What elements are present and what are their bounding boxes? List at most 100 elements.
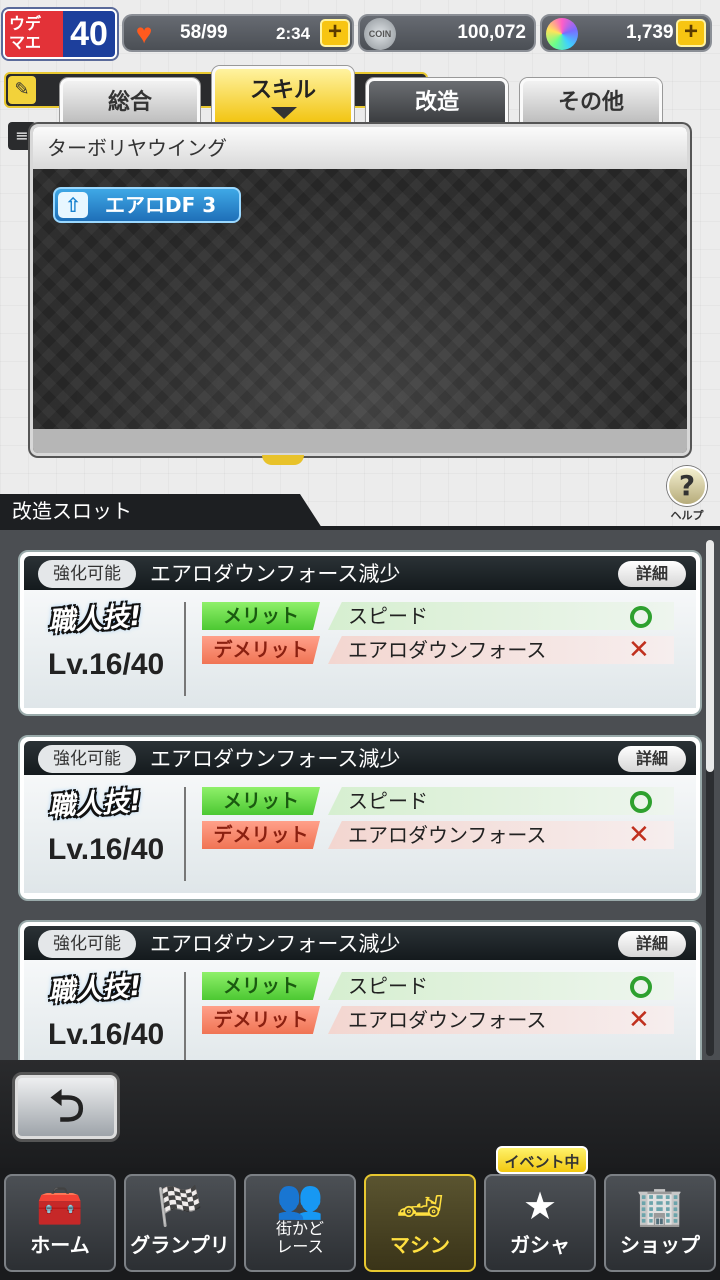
- divider: [184, 787, 186, 881]
- scrollbar-thumb[interactable]: [706, 540, 714, 772]
- demerit-value: エアロダウンフォース: [328, 821, 674, 849]
- nav-label: マシン: [390, 1233, 450, 1257]
- gem-value: 1,739: [626, 22, 674, 43]
- slot-card[interactable]: 強化可能 エアロダウンフォース減少 詳細 職人技! Lv.16/40 メリット …: [18, 735, 702, 901]
- slot-title: エアロダウンフォース減少: [150, 932, 401, 956]
- return-arrow-icon: ⮌: [49, 1081, 85, 1132]
- detail-button[interactable]: 詳細: [618, 561, 686, 587]
- demerit-value: エアロダウンフォース: [328, 1006, 674, 1034]
- detail-button[interactable]: 詳細: [618, 746, 686, 772]
- nav-home[interactable]: 🧰 ホーム: [4, 1174, 116, 1272]
- slot-card-body: 職人技! Lv.16/40 メリット スピード デメリット エアロダウンフォース…: [24, 590, 696, 708]
- divider: [184, 972, 186, 1060]
- rank-value: 40: [70, 15, 108, 53]
- skill-panel: ターボリヤウイング ⇧ エアロDF 3: [30, 124, 690, 456]
- pencil-icon[interactable]: ✎: [8, 76, 36, 104]
- merit-value: スピード: [328, 602, 674, 630]
- nav-label: グランプリ: [130, 1233, 230, 1257]
- people-icon: 👥: [276, 1177, 324, 1221]
- nav-machine[interactable]: 🏎 マシン: [364, 1174, 476, 1272]
- arrow-up-icon: ⇧: [58, 192, 88, 218]
- circle-icon: [630, 976, 652, 998]
- demerit-label: デメリット: [202, 821, 320, 849]
- circle-icon: [630, 791, 652, 813]
- demerit-label: デメリット: [202, 1006, 320, 1034]
- tab-overview[interactable]: 総合: [60, 78, 200, 126]
- event-badge: イベント中: [496, 1146, 588, 1174]
- slot-card[interactable]: 強化可能 エアロダウンフォース減少 詳細 職人技! Lv.16/40 メリット …: [18, 920, 702, 1060]
- bottom-nav: 🧰 ホーム 🏁 グランプリ 👥 街かど レース 🏎 マシン ★ ガシャ 🏢 ショ…: [0, 1168, 720, 1280]
- craftsman-logo: 職人技!: [47, 970, 143, 1009]
- demerit-value: エアロダウンフォース: [328, 636, 674, 664]
- slot-header-title: 改造スロット: [12, 499, 132, 523]
- craftsman-logo: 職人技!: [47, 600, 143, 639]
- building-icon: 🏢: [636, 1184, 684, 1228]
- cross-icon: ✕: [628, 635, 650, 665]
- coin-meter: COIN 100,072: [358, 14, 536, 52]
- demerit-label: デメリット: [202, 636, 320, 664]
- nav-grandprix[interactable]: 🏁 グランプリ: [124, 1174, 236, 1272]
- toolbox-icon: 🧰: [36, 1184, 84, 1228]
- back-button[interactable]: ⮌: [12, 1072, 120, 1142]
- coin-icon: COIN: [364, 18, 396, 50]
- rank-label: ウデ マエ: [5, 11, 63, 57]
- slot-list[interactable]: 強化可能 エアロダウンフォース減少 詳細 職人技! Lv.16/40 メリット …: [0, 530, 720, 1060]
- upgradable-badge: 強化可能: [38, 560, 136, 588]
- circle-icon: [630, 606, 652, 628]
- gem-icon: [546, 18, 578, 50]
- slot-header: 改造スロット: [0, 494, 720, 530]
- merit-label: メリット: [202, 602, 320, 630]
- slot-card-header: 強化可能 エアロダウンフォース減少 詳細: [24, 926, 696, 960]
- cross-icon: ✕: [628, 820, 650, 850]
- scrollbar[interactable]: [706, 540, 714, 1056]
- checkered-flag-icon: 🏁: [156, 1184, 204, 1228]
- upgradable-badge: 強化可能: [38, 930, 136, 958]
- merit-label: メリット: [202, 972, 320, 1000]
- back-bar: ⮌: [0, 1060, 720, 1168]
- tab-skill[interactable]: スキル: [212, 66, 354, 126]
- skill-area: ⇧ エアロDF 3: [33, 169, 687, 431]
- stamina-meter: ♥ 58/99 2:34 +: [122, 14, 354, 52]
- slot-title: エアロダウンフォース減少: [150, 562, 401, 586]
- slot-title: エアロダウンフォース減少: [150, 747, 401, 771]
- nav-gacha[interactable]: ★ ガシャ: [484, 1174, 596, 1272]
- nav-shop[interactable]: 🏢 ショップ: [604, 1174, 716, 1272]
- upgradable-badge: 強化可能: [38, 745, 136, 773]
- add-stamina-button[interactable]: +: [320, 19, 350, 47]
- stamina-timer: 2:34: [276, 24, 311, 43]
- craftsman-logo: 職人技!: [47, 785, 143, 824]
- slot-card-header: 強化可能 エアロダウンフォース減少 詳細: [24, 741, 696, 775]
- merit-value: スピード: [328, 787, 674, 815]
- skill-tag: ⇧ エアロDF 3: [53, 187, 241, 223]
- heart-icon: ♥: [135, 18, 153, 49]
- nav-label: ガシャ: [510, 1233, 570, 1257]
- rank-badge: ウデ マエ 40: [3, 9, 117, 59]
- tab-active-indicator: [271, 107, 297, 119]
- add-gem-button[interactable]: +: [676, 19, 706, 47]
- merit-label: メリット: [202, 787, 320, 815]
- tab-modify[interactable]: 改造: [366, 78, 508, 126]
- slot-level: Lv.16/40: [48, 1018, 165, 1051]
- slot-level: Lv.16/40: [48, 833, 165, 866]
- part-name: ターボリヤウイング: [33, 127, 687, 169]
- cross-icon: ✕: [628, 1005, 650, 1035]
- slot-card[interactable]: 強化可能 エアロダウンフォース減少 詳細 職人技! Lv.16/40 メリット …: [18, 550, 702, 716]
- star-laurel-icon: ★: [522, 1184, 558, 1228]
- slot-card-header: 強化可能 エアロダウンフォース減少 詳細: [24, 556, 696, 590]
- status-bar: ウデ マエ 40 ♥ 58/99 2:34 + COIN 100,072 1,7…: [0, 0, 720, 66]
- tab-other[interactable]: その他: [520, 78, 662, 126]
- nav-label: ショップ: [620, 1233, 700, 1257]
- race-car-icon: 🏎: [395, 1184, 445, 1228]
- nav-label: 街かど レース: [275, 1219, 324, 1256]
- slot-card-body: 職人技! Lv.16/40 メリット スピード デメリット エアロダウンフォース…: [24, 775, 696, 893]
- panel-footer: [33, 429, 687, 453]
- nav-street-race[interactable]: 👥 街かど レース: [244, 1174, 356, 1272]
- slot-card-body: 職人技! Lv.16/40 メリット スピード デメリット エアロダウンフォース…: [24, 960, 696, 1060]
- skill-label: エアロDF 3: [105, 193, 217, 217]
- slot-level: Lv.16/40: [48, 648, 165, 681]
- detail-button[interactable]: 詳細: [618, 931, 686, 957]
- tab-skill-label: スキル: [249, 78, 316, 103]
- merit-value: スピード: [328, 972, 674, 1000]
- divider: [184, 602, 186, 696]
- yellow-part-edge: [262, 455, 304, 465]
